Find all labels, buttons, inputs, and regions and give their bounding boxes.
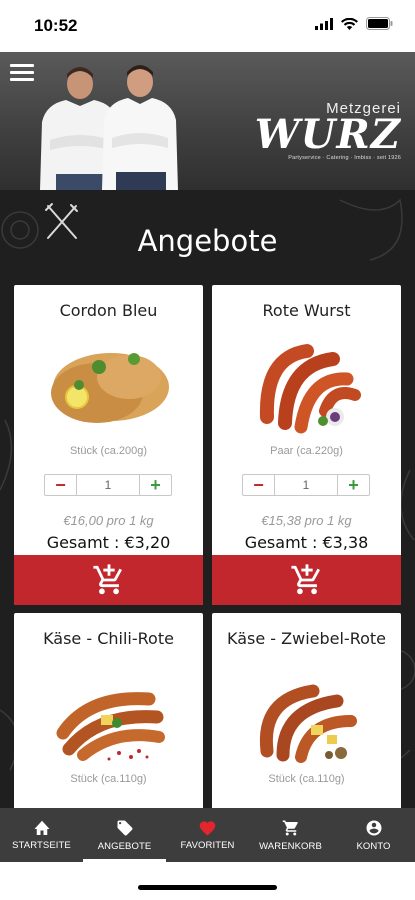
tab-label: ANGEBOTE <box>97 840 152 852</box>
increase-quantity-button[interactable]: + <box>139 475 171 495</box>
quantity-stepper: − 1 + <box>44 474 172 496</box>
home-indicator[interactable] <box>138 885 277 890</box>
product-size: Stück (ca.110g) <box>70 773 147 785</box>
tab-favoriten[interactable]: FAVORITEN <box>166 808 249 862</box>
product-title: Cordon Bleu <box>59 301 158 320</box>
owners-photo <box>40 65 178 190</box>
tab-warenkorb[interactable]: WARENKORB <box>249 808 332 862</box>
product-title: Rote Wurst <box>262 301 351 320</box>
increase-quantity-button[interactable]: + <box>337 475 369 495</box>
product-size: Stück (ca.200g) <box>69 445 148 457</box>
cart-icon <box>282 820 298 835</box>
page-title: Angebote <box>137 224 278 258</box>
total-price: Gesamt : €3,20 <box>46 533 171 552</box>
price-per-kg: €16,00 pro 1 kg <box>63 513 154 528</box>
tab-label: WARENKORB <box>259 840 322 852</box>
bottom-tab-bar: STARTSEITE ANGEBOTE FAVORITEN WARENKORB … <box>0 808 415 862</box>
tab-label: KONTO <box>356 840 391 852</box>
wifi-icon <box>341 17 358 30</box>
add-to-cart-icon <box>290 564 320 595</box>
heart-icon <box>199 821 216 836</box>
home-indicator-area <box>0 862 415 900</box>
product-image-kaese-chili-rote <box>56 692 165 761</box>
quantity-input[interactable]: 1 <box>77 475 139 495</box>
add-to-cart-button[interactable] <box>14 555 203 605</box>
status-time: 10:52 <box>34 16 78 35</box>
signal-icon <box>315 17 333 30</box>
tab-startseite[interactable]: STARTSEITE <box>0 808 83 862</box>
product-title: Käse - Chili-Rote <box>43 629 174 648</box>
tab-label: FAVORITEN <box>180 840 235 851</box>
product-card[interactable]: Käse - Zwiebel-Rote Stück (ca.110g) <box>212 613 401 808</box>
logo-main-text: WURZ <box>254 111 401 158</box>
status-icons <box>315 17 393 30</box>
decrease-quantity-button[interactable]: − <box>45 475 77 495</box>
tag-icon <box>117 820 132 835</box>
product-image-kaese-zwiebel-rote <box>259 684 357 763</box>
add-to-cart-button[interactable] <box>212 555 401 605</box>
account-icon <box>366 820 381 835</box>
tab-label: STARTSEITE <box>12 840 71 851</box>
product-card[interactable]: Käse - Chili-Rote Stück (ca.110g) <box>14 613 203 808</box>
quantity-stepper: − 1 + <box>242 474 370 496</box>
menu-button[interactable] <box>10 64 34 84</box>
total-price: Gesamt : €3,38 <box>244 533 369 552</box>
price-per-kg: €15,38 pro 1 kg <box>261 513 352 528</box>
metzgerei-wurz-logo: Metzgerei WURZ Partyservice · Catering ·… <box>251 100 401 161</box>
home-icon <box>34 820 49 835</box>
status-bar: 10:52 <box>0 0 415 52</box>
quantity-input[interactable]: 1 <box>275 475 337 495</box>
product-card[interactable]: Rote Wurst Paar (ca.220g) − 1 + €15,38 p… <box>212 285 401 605</box>
tab-angebote[interactable]: ANGEBOTE <box>83 808 166 862</box>
header-banner: Metzgerei WURZ Partyservice · Catering ·… <box>0 52 415 190</box>
decrease-quantity-button[interactable]: − <box>243 475 275 495</box>
battery-icon <box>366 17 393 30</box>
product-title: Käse - Zwiebel-Rote <box>227 629 386 648</box>
product-size: Stück (ca.110g) <box>268 773 345 785</box>
product-image-cordon-bleu <box>51 353 169 423</box>
add-to-cart-icon <box>92 564 122 595</box>
tab-konto[interactable]: KONTO <box>332 808 415 862</box>
product-card[interactable]: Cordon Bleu Stück (ca.200g) − 1 + €16,00… <box>14 285 203 605</box>
offers-section: Angebote Cordon Bleu Stück (ca.200g) − 1… <box>0 190 415 808</box>
product-size: Paar (ca.220g) <box>270 445 343 457</box>
product-image-rote-wurst <box>259 344 361 434</box>
